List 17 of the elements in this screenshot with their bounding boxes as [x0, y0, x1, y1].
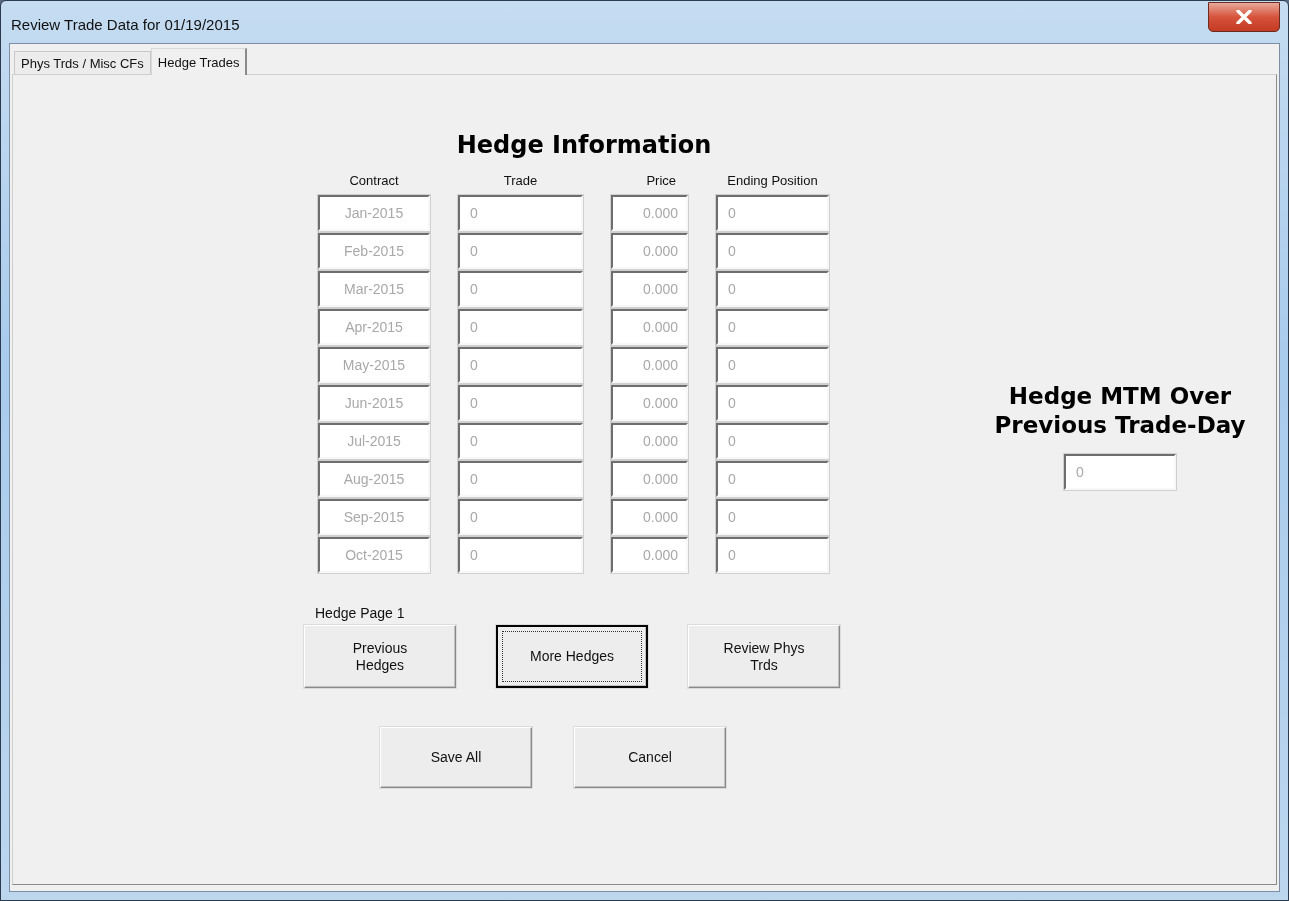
tab[interactable]: Hedge Trades — [150, 48, 248, 75]
section-heading: Hedge Information — [455, 131, 713, 159]
window-title: Review Trade Data for 01/19/2015 — [11, 15, 240, 33]
page-label: Hedge Page 1 — [315, 605, 406, 621]
nav-button[interactable]: Previous Hedges — [304, 625, 456, 688]
column-header: Price — [645, 173, 677, 190]
column-header: Ending Position — [726, 173, 819, 190]
column-header: Contract — [348, 173, 400, 190]
nav-button[interactable]: Review Phys Trds — [688, 625, 840, 688]
close-icon — [1236, 10, 1252, 24]
action-button[interactable]: Save All — [380, 727, 532, 788]
close-button[interactable] — [1208, 2, 1280, 32]
action-button[interactable]: Cancel — [574, 727, 726, 788]
column-header: Trade — [502, 173, 539, 190]
mtm-heading: Hedge MTM Over Previous Trade-Day — [993, 382, 1247, 440]
tab[interactable]: Phys Trds / Misc CFs — [14, 51, 151, 74]
nav-button[interactable]: More Hedges — [496, 625, 648, 688]
